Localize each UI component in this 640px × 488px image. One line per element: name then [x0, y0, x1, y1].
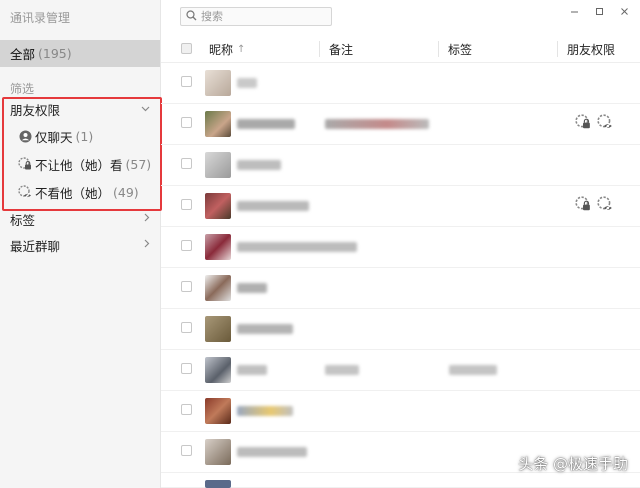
column-label: 备注	[329, 42, 354, 57]
row-checkbox[interactable]	[181, 76, 192, 87]
table-row[interactable]	[161, 104, 640, 145]
column-header-tag[interactable]: 标签	[448, 35, 472, 63]
row-checkbox[interactable]	[181, 117, 192, 128]
table-row[interactable]	[161, 309, 640, 350]
select-all-checkbox[interactable]	[181, 43, 192, 54]
section-label: 最近群聊	[10, 238, 61, 254]
app-title: 通讯录管理	[10, 11, 71, 25]
sidebar-section-recent-groups[interactable]: 最近群聊	[0, 234, 160, 256]
sidebar-section-friend-permissions[interactable]: 朋友权限	[0, 98, 160, 120]
avatar	[205, 111, 231, 137]
column-divider	[319, 41, 320, 57]
blurred-nickname	[237, 365, 267, 375]
sidebar: 通讯录管理 全部 (195) 筛选 朋友权限 仅聊天 (1) 不让他（她）看 (…	[0, 0, 161, 488]
hide-moments-icon	[597, 196, 613, 215]
column-header-nickname[interactable]: 昵称 ↑	[209, 35, 245, 63]
column-divider	[438, 41, 439, 57]
table-row[interactable]	[161, 268, 640, 309]
row-checkbox[interactable]	[181, 363, 192, 374]
chevron-right-icon	[144, 213, 150, 225]
avatar	[205, 357, 231, 383]
column-header-remark[interactable]: 备注	[329, 35, 353, 63]
lock-moments-icon	[18, 157, 32, 171]
row-checkbox[interactable]	[181, 322, 192, 333]
hide-moments-icon	[18, 185, 32, 199]
sidebar-item-label: 全部	[10, 47, 36, 62]
column-label: 昵称	[209, 42, 234, 57]
sidebar-section-tags[interactable]: 标签	[0, 208, 160, 230]
row-checkbox[interactable]	[181, 240, 192, 251]
blurred-remark	[325, 119, 429, 129]
blurred-nickname	[237, 283, 267, 293]
column-label: 标签	[448, 42, 473, 57]
blurred-nickname	[237, 447, 307, 457]
avatar	[205, 70, 231, 96]
perm-item-label: 仅聊天	[35, 129, 73, 145]
maximize-button[interactable]	[591, 3, 607, 19]
blurred-nickname	[237, 406, 293, 416]
table-row[interactable]	[161, 391, 640, 432]
row-checkbox[interactable]	[181, 158, 192, 169]
table-row[interactable]	[161, 145, 640, 186]
column-label: 朋友权限	[567, 42, 616, 57]
row-permissions	[575, 196, 613, 215]
blurred-nickname	[237, 119, 295, 129]
search-box[interactable]	[180, 7, 332, 26]
avatar	[205, 234, 231, 260]
avatar	[205, 152, 231, 178]
row-checkbox[interactable]	[181, 404, 192, 415]
section-label: 标签	[10, 212, 36, 228]
sidebar-item-count: (195)	[38, 46, 72, 61]
avatar	[205, 275, 231, 301]
hide-moments-icon	[597, 114, 613, 133]
perm-item-count: (49)	[113, 184, 139, 200]
row-checkbox[interactable]	[181, 281, 192, 292]
blurred-tag	[449, 365, 497, 375]
lock-moments-icon	[575, 196, 591, 215]
lock-moments-icon	[575, 114, 591, 133]
chevron-right-icon	[144, 239, 150, 251]
blurred-nickname	[237, 324, 293, 334]
perm-item-label: 不看他（她）	[35, 185, 111, 201]
row-checkbox[interactable]	[181, 445, 192, 456]
row-checkbox[interactable]	[181, 199, 192, 210]
sidebar-item-all[interactable]: 全部 (195)	[0, 40, 160, 67]
table-row[interactable]	[161, 350, 640, 391]
perm-item-label: 不让他（她）看	[35, 157, 123, 173]
sort-ascending-icon: ↑	[237, 43, 246, 55]
minimize-button[interactable]	[566, 3, 582, 19]
blurred-nickname	[237, 201, 309, 211]
table-row[interactable]	[161, 186, 640, 227]
column-divider	[557, 41, 558, 57]
row-permissions	[575, 114, 613, 133]
avatar	[205, 316, 231, 342]
blurred-nickname	[237, 242, 357, 252]
watermark: 头条 @极速手助	[518, 455, 628, 473]
table-row[interactable]	[161, 227, 640, 268]
perm-item-hide-their-moments[interactable]: 不看他（她） (49)	[18, 181, 139, 203]
table-row[interactable]	[161, 63, 640, 104]
close-button[interactable]	[616, 3, 632, 19]
perm-item-hide-my-moments[interactable]: 不让他（她）看 (57)	[18, 153, 151, 175]
perm-item-chat-only[interactable]: 仅聊天 (1)	[18, 125, 93, 147]
search-input[interactable]	[201, 10, 321, 23]
table-row[interactable]	[161, 473, 640, 488]
avatar	[205, 398, 231, 424]
chat-only-icon	[18, 129, 32, 143]
filter-heading: 筛选	[10, 82, 35, 96]
column-header-permissions[interactable]: 朋友权限	[567, 35, 615, 63]
section-label: 朋友权限	[10, 102, 61, 118]
perm-item-count: (57)	[125, 156, 152, 172]
blurred-nickname	[237, 160, 281, 170]
avatar	[205, 480, 231, 488]
avatar	[205, 193, 231, 219]
search-icon	[186, 9, 197, 24]
blurred-nickname	[237, 78, 257, 88]
avatar	[205, 439, 231, 465]
chevron-down-icon	[141, 104, 150, 115]
perm-item-count: (1)	[75, 128, 94, 144]
table-header: 昵称 ↑ 备注 标签 朋友权限	[161, 35, 640, 63]
blurred-remark	[325, 365, 359, 375]
